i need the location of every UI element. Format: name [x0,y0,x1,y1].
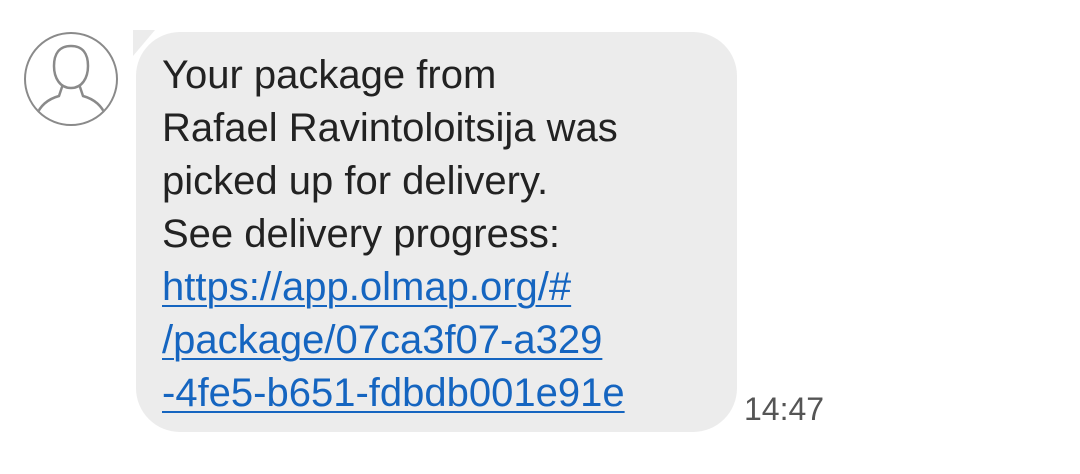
delivery-link-line[interactable]: -4fe5-b651-fdbdb001e91e [162,367,722,420]
message-line: Rafael Ravintoloitsija was [162,106,618,150]
message-timestamp: 14:47 [744,391,825,427]
contact-avatar[interactable] [24,32,118,126]
message-text: Your package from Rafael Ravintoloitsija… [162,49,722,420]
delivery-link-line[interactable]: https://app.olmap.org/# [162,261,722,314]
message-line: Your package from [162,53,497,97]
message-line: picked up for delivery. [162,159,549,203]
delivery-link-line[interactable]: /package/07ca3f07-a329 [162,314,722,367]
person-outline-icon [34,44,108,118]
message-line: See delivery progress: [162,212,560,256]
